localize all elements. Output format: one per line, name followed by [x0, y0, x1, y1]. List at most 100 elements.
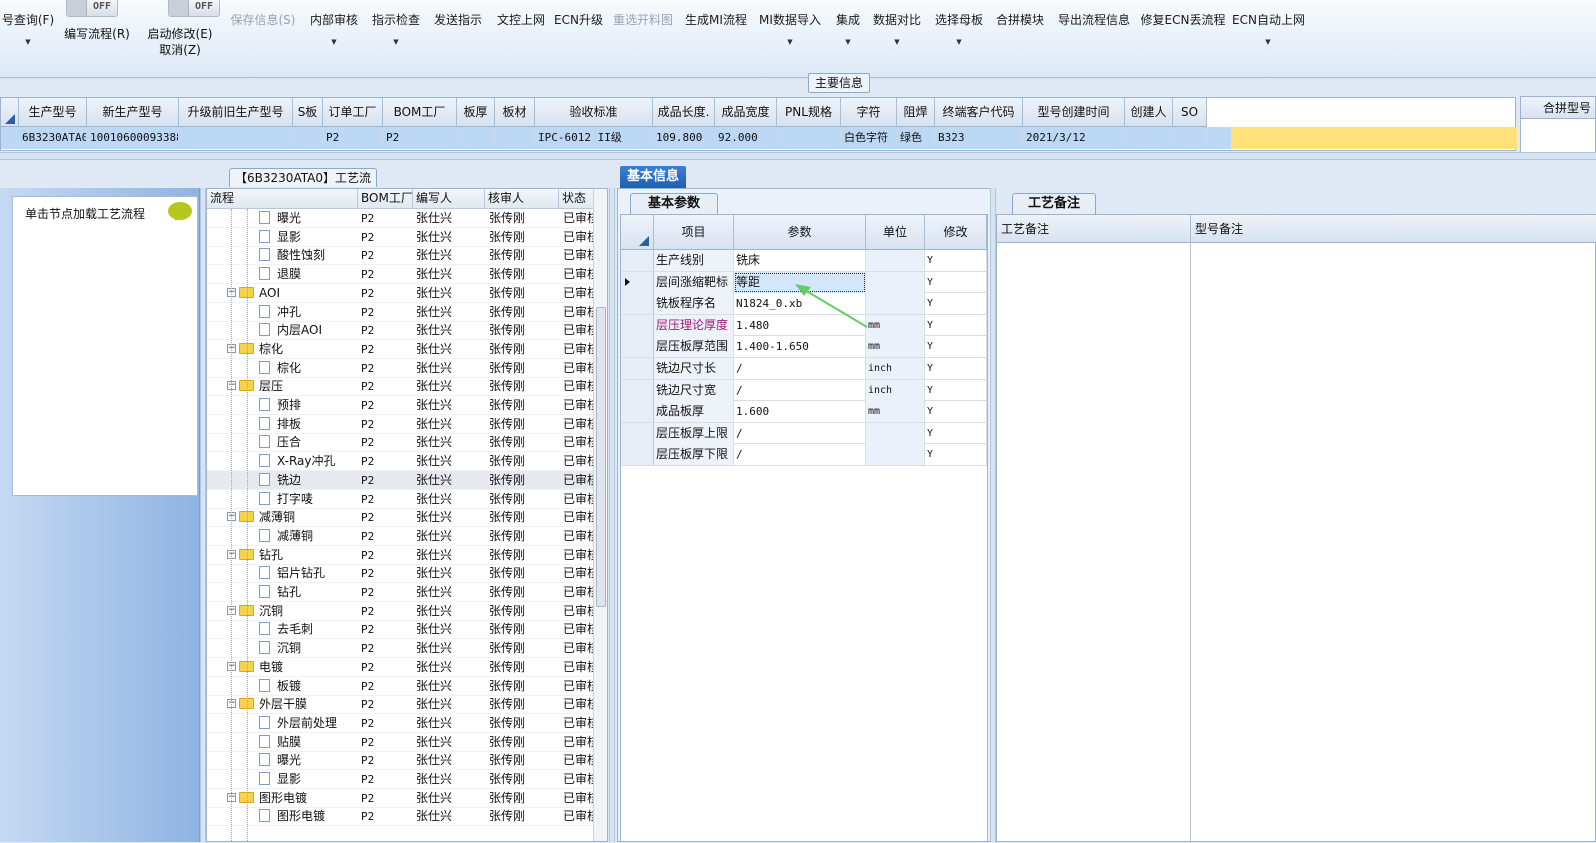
tree-column-header[interactable]: 编写人 — [413, 189, 485, 209]
tree-node[interactable]: 去毛刺 — [259, 620, 357, 639]
tree-row[interactable]: 显影 P2 张仕兴 张传刚 已审核 — [207, 228, 607, 247]
param-row[interactable]: 层压板厚上限 / Y — [621, 422, 987, 445]
param-modify-flag[interactable]: Y — [925, 379, 987, 401]
param-value[interactable]: / — [734, 358, 866, 379]
table-row[interactable]: 6B3230ATA0 10010600093388 P2 P2 IPC-6012 II级… — [1, 127, 1517, 149]
tree-row[interactable]: − 层压 P2 张仕兴 张传刚 已审核 — [207, 377, 607, 397]
column-header[interactable]: 阻焊 — [897, 98, 935, 127]
tree-row[interactable]: 铣边 P2 张仕兴 张传刚 已审核 — [207, 470, 607, 490]
param-modify-flag[interactable]: Y — [925, 358, 987, 379]
column-header[interactable]: 终端客户代码 — [935, 98, 1023, 127]
column-header[interactable]: PNL规格 — [777, 98, 841, 127]
column-header[interactable]: SO — [1173, 98, 1207, 127]
ribbon-button[interactable]: MI数据导入 ▼ — [757, 0, 823, 77]
tree-node[interactable]: 压合 — [259, 433, 357, 452]
table-cell[interactable]: 92.000 — [715, 127, 777, 149]
tree-row[interactable]: 板镀 P2 张仕兴 张传刚 已审核 — [207, 677, 607, 696]
tree-node[interactable]: 铣边 — [259, 471, 357, 490]
tab-process-remark[interactable]: 工艺备注 — [1012, 193, 1096, 214]
tree-node[interactable]: 显影 — [259, 228, 357, 247]
main-info-tab[interactable]: 主要信息 — [808, 73, 870, 93]
tree-node[interactable]: 沉铜 — [259, 639, 357, 658]
ribbon-button[interactable]: 号查询(F) ▼ — [0, 0, 56, 77]
tree-node[interactable]: 曝光 — [259, 209, 357, 228]
ribbon-button[interactable]: 修复ECN丢流程 — [1140, 0, 1226, 77]
tree-row[interactable]: − 外层干膜 P2 张仕兴 张传刚 已审核 — [207, 695, 607, 715]
tree-row[interactable]: − 电镀 P2 张仕兴 张传刚 已审核 — [207, 658, 607, 677]
table-cell[interactable]: IPC-6012 II级 — [535, 127, 653, 149]
tree-node[interactable]: X-Ray冲孔 — [259, 452, 357, 471]
table-cell[interactable]: P2 — [383, 127, 457, 149]
tree-column-header[interactable]: BOM工厂 — [358, 189, 413, 209]
ribbon-button[interactable]: ECN自动上网 ▼ — [1232, 0, 1305, 77]
ribbon-button[interactable]: 数据对比 ▼ — [869, 0, 925, 77]
ribbon-button[interactable]: 指示检查 ▼ — [368, 0, 424, 77]
tree-node[interactable]: 外层前处理 — [259, 714, 357, 733]
tree-node[interactable]: 内层AOI — [259, 321, 357, 340]
tree-row[interactable]: 冲孔 P2 张仕兴 张传刚 已审核 — [207, 303, 607, 322]
process-flow-tab[interactable]: 【6B3230ATA0】工艺流程 — [229, 168, 377, 203]
tree-node[interactable]: 酸性蚀刻 — [259, 246, 357, 265]
write-flow-toggle[interactable]: OFF — [66, 0, 118, 17]
column-header[interactable]: 字符 — [841, 98, 897, 127]
table-cell[interactable] — [1125, 127, 1173, 149]
ribbon-button[interactable]: 集成 ▼ — [830, 0, 866, 77]
tree-row[interactable]: 酸性蚀刻 P2 张仕兴 张传刚 已审核 — [207, 246, 607, 266]
tree-row[interactable]: X-Ray冲孔 P2 张仕兴 张传刚 已审核 — [207, 452, 607, 472]
param-modify-flag[interactable]: Y — [925, 444, 987, 466]
load-flow-box[interactable]: 单击节点加载工艺流程 — [12, 196, 198, 496]
tree-row[interactable]: 压合 P2 张仕兴 张传刚 已审核 — [207, 433, 607, 453]
param-value[interactable]: / — [734, 444, 866, 466]
table-cell[interactable] — [777, 127, 841, 149]
tree-row[interactable]: − 棕化 P2 张仕兴 张传刚 已审核 — [207, 340, 607, 359]
tree-row[interactable]: − AOI P2 张仕兴 张传刚 已审核 — [207, 284, 607, 303]
ribbon-button[interactable]: 合拼模块 — [992, 0, 1048, 77]
tree-row[interactable]: − 图形电镀 P2 张仕兴 张传刚 已审核 — [207, 789, 607, 808]
tree-row[interactable]: 外层前处理 P2 张仕兴 张传刚 已审核 — [207, 714, 607, 733]
column-header[interactable]: 新生产型号 — [87, 98, 179, 127]
column-header[interactable]: 生产型号 — [19, 98, 87, 127]
param-modify-flag[interactable]: Y — [925, 422, 987, 444]
table-cell[interactable]: B323 — [935, 127, 1023, 149]
param-value[interactable]: 1.600 — [734, 401, 866, 423]
table-cell[interactable]: 6B3230ATA0 — [19, 127, 87, 149]
tree-row[interactable]: − 沉铜 P2 张仕兴 张传刚 已审核 — [207, 602, 607, 621]
tree-node[interactable]: 冲孔 — [259, 303, 357, 322]
tree-node[interactable]: 显影 — [259, 770, 357, 789]
param-row[interactable]: 铣边尺寸宽 / inch Y — [621, 379, 987, 402]
tree-row[interactable]: 图形电镀 P2 张仕兴 张传刚 已审核 — [207, 807, 607, 827]
tree-node[interactable]: 排板 — [259, 415, 357, 434]
tree-node[interactable]: 退膜 — [259, 265, 357, 284]
tree-row[interactable]: 内层AOI P2 张仕兴 张传刚 已审核 — [207, 321, 607, 341]
tab-basic-info[interactable]: 基本信息 — [620, 166, 686, 188]
table-cell[interactable] — [457, 127, 495, 149]
tree-row[interactable]: 沉铜 P2 张仕兴 张传刚 已审核 — [207, 639, 607, 659]
table-cell[interactable]: 绿色 — [897, 127, 935, 149]
column-header[interactable]: 型号创建时间 — [1023, 98, 1125, 127]
tree-row[interactable]: 退膜 P2 张仕兴 张传刚 已审核 — [207, 265, 607, 285]
process-remark-field[interactable] — [997, 243, 1191, 843]
start-modify-button[interactable]: 启动修改(E) — [145, 25, 215, 42]
tree-node[interactable]: 图形电镀 — [259, 807, 357, 826]
column-header[interactable]: BOM工厂 — [383, 98, 457, 127]
ribbon-button[interactable]: 选择母板 ▼ — [931, 0, 987, 77]
tree-row[interactable]: 铝片钻孔 P2 张仕兴 张传刚 已审核 — [207, 564, 607, 584]
vertical-splitter-mid[interactable] — [609, 188, 615, 842]
param-row[interactable]: 铣边尺寸长 / inch Y — [621, 358, 987, 380]
cancel-button[interactable]: 取消(Z) — [145, 41, 215, 58]
ribbon-button[interactable]: ECN升级 — [554, 0, 603, 77]
table-cell[interactable]: P2 — [323, 127, 383, 149]
tree-row[interactable]: 打字唛 P2 张仕兴 张传刚 已审核 — [207, 490, 607, 509]
tree-column-header[interactable]: 流程 — [207, 189, 358, 209]
column-header[interactable]: 板厚 — [457, 98, 495, 127]
column-header[interactable]: 板材 — [495, 98, 535, 127]
tree-column-header[interactable]: 状态 — [559, 189, 595, 209]
column-header[interactable]: 成品宽度 — [715, 98, 777, 127]
tree-column-header[interactable]: 核审人 — [485, 189, 559, 209]
ribbon-button[interactable]: 导出流程信息 — [1055, 0, 1133, 77]
write-flow-button[interactable]: 编写流程(R) — [62, 25, 132, 42]
column-header[interactable]: 创建人 — [1125, 98, 1173, 127]
table-cell[interactable] — [179, 127, 293, 149]
tree-row[interactable]: 预排 P2 张仕兴 张传刚 已审核 — [207, 396, 607, 415]
tree-row[interactable]: 显影 P2 张仕兴 张传刚 已审核 — [207, 770, 607, 789]
